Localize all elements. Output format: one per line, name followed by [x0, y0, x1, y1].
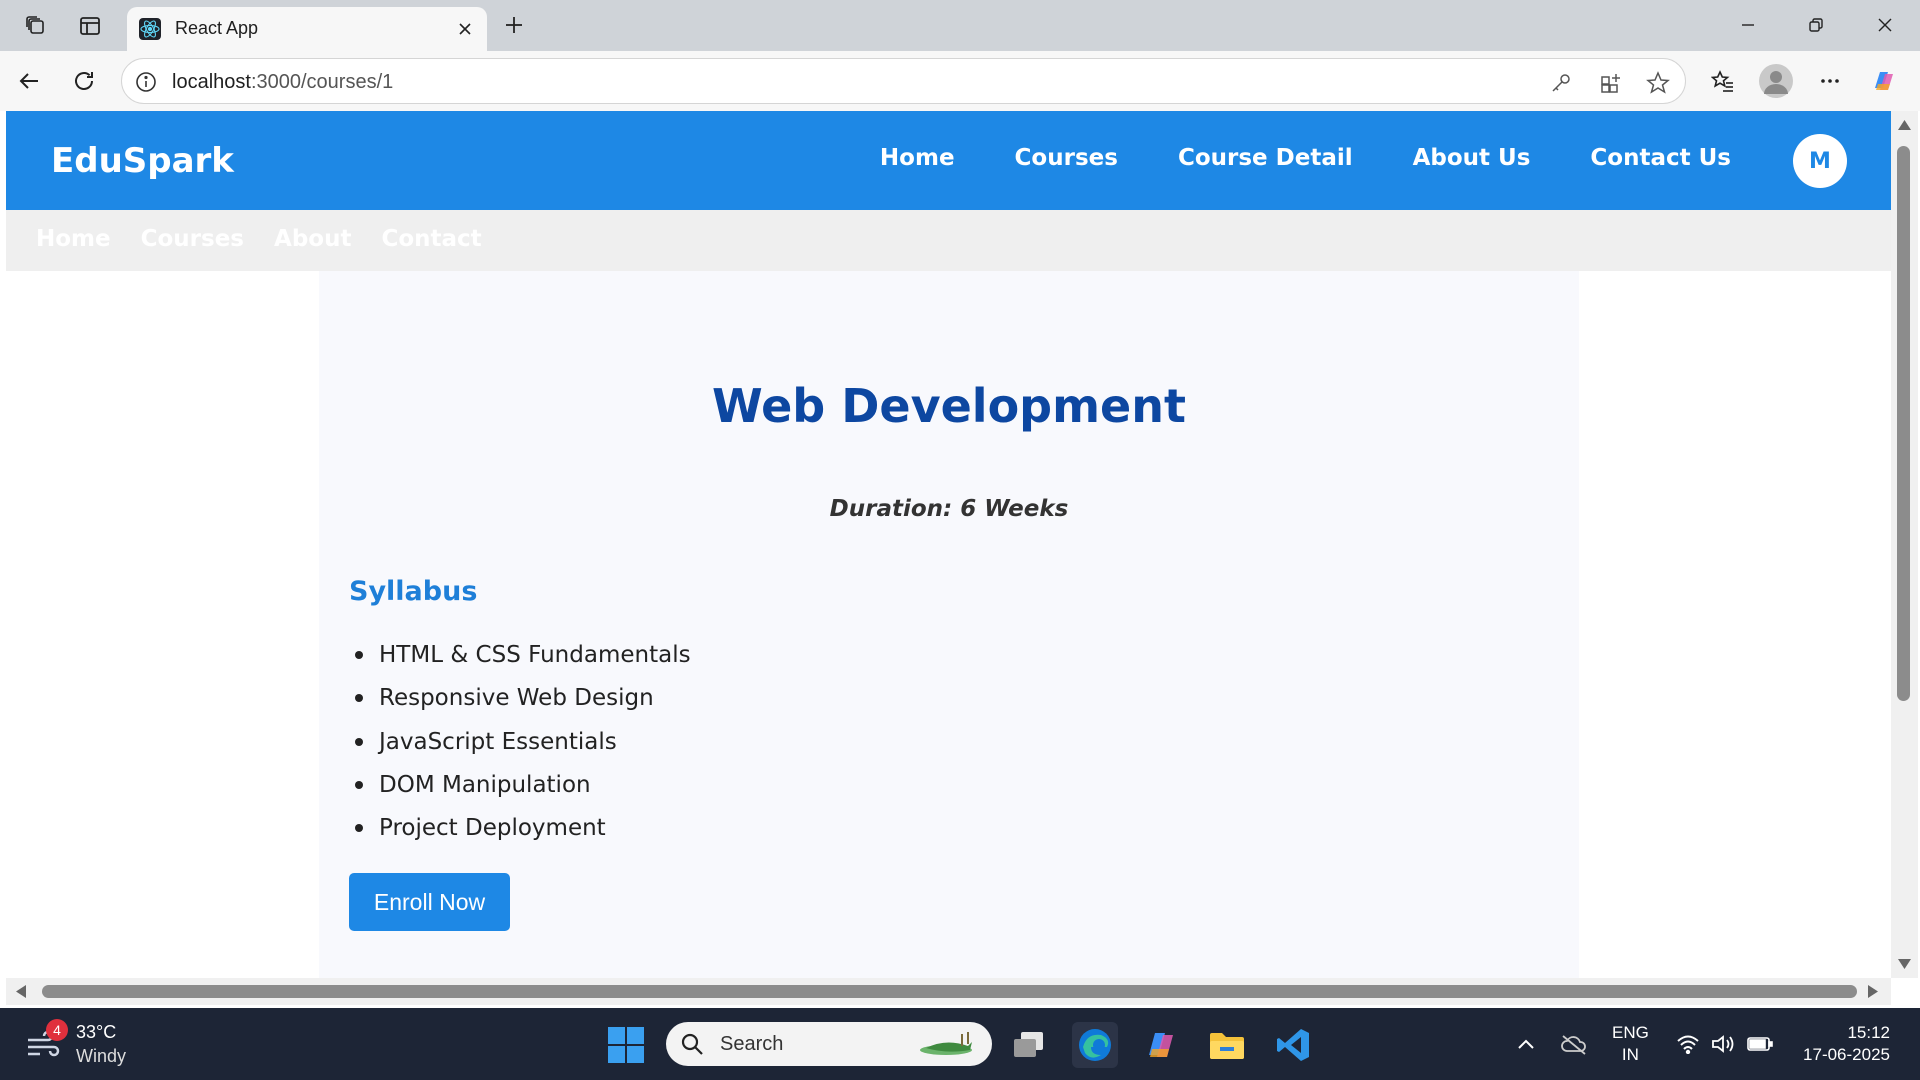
syllabus-item: JavaScript Essentials [349, 728, 691, 771]
user-avatar[interactable]: M [1793, 134, 1847, 188]
wifi-icon[interactable] [1674, 1030, 1702, 1058]
syllabus-list: HTML & CSS Fundamentals Responsive Web D… [349, 641, 691, 857]
app-header: EduSpark Home Courses Course Detail Abou… [6, 111, 1891, 210]
syllabus-item: DOM Manipulation [349, 771, 691, 814]
taskbar-search[interactable]: Search [666, 1022, 992, 1066]
course-title: Web Development [712, 379, 1186, 433]
brand-logo[interactable]: EduSpark [51, 141, 234, 181]
weather-alert-badge: 4 [46, 1019, 68, 1041]
url-path: :3000/courses/1 [250, 71, 394, 93]
subnav-contact[interactable]: Contact [381, 226, 481, 252]
course-duration: Duration: 6 Weeks [829, 496, 1069, 522]
language-indicator[interactable]: ENG IN [1612, 1022, 1649, 1066]
nav-course-detail[interactable]: Course Detail [1178, 145, 1353, 171]
vscode-icon[interactable] [1270, 1022, 1316, 1068]
subnav-home[interactable]: Home [36, 226, 111, 252]
language-region: IN [1621, 1045, 1639, 1064]
scroll-down-arrow-icon[interactable] [1898, 959, 1911, 969]
vertical-scrollbar[interactable] [1891, 111, 1918, 978]
url-host: localhost [172, 71, 251, 93]
refresh-icon[interactable] [66, 63, 102, 99]
profile-avatar [1759, 64, 1793, 98]
address-bar[interactable]: localhost:3000/courses/1 [121, 58, 1686, 104]
scroll-up-arrow-icon[interactable] [1898, 120, 1911, 130]
main-nav: Home Courses Course Detail About Us Cont… [880, 145, 1731, 171]
minimize-icon[interactable] [1725, 8, 1771, 42]
copilot-app-icon[interactable] [1138, 1022, 1184, 1068]
profile-icon[interactable] [1758, 63, 1794, 99]
show-hidden-icons-chevron-icon[interactable] [1512, 1030, 1540, 1058]
search-icon [681, 1033, 703, 1055]
weather-temperature[interactable]: 33°C [76, 1022, 116, 1043]
onedrive-offline-icon[interactable] [1560, 1030, 1588, 1058]
syllabus-item: HTML & CSS Fundamentals [349, 641, 691, 684]
site-info-icon[interactable] [134, 70, 158, 94]
horizontal-scrollbar[interactable] [6, 978, 1891, 1005]
page-viewport: EduSpark Home Courses Course Detail Abou… [6, 111, 1891, 978]
nav-about-us[interactable]: About Us [1413, 145, 1531, 171]
nav-courses[interactable]: Courses [1015, 145, 1118, 171]
tab-title: React App [175, 18, 259, 38]
syllabus-item: Responsive Web Design [349, 684, 691, 727]
subnav-courses[interactable]: Courses [141, 226, 244, 252]
subnav-about[interactable]: About [274, 226, 351, 252]
app-available-icon[interactable] [1597, 69, 1625, 97]
key-icon[interactable] [1547, 69, 1575, 97]
copilot-icon[interactable] [1866, 63, 1902, 99]
scroll-left-arrow-icon[interactable] [16, 985, 26, 998]
search-highlight-art-icon [920, 1032, 972, 1055]
react-logo-icon [139, 18, 161, 40]
weather-condition[interactable]: Windy [76, 1046, 126, 1067]
favorites-icon[interactable] [1705, 63, 1741, 99]
edge-browser-icon[interactable] [1072, 1022, 1118, 1068]
close-window-icon[interactable] [1862, 8, 1908, 42]
back-icon[interactable] [11, 63, 47, 99]
nav-contact-us[interactable]: Contact Us [1590, 145, 1731, 171]
windows-start-icon[interactable] [607, 1026, 645, 1064]
vertical-scroll-thumb[interactable] [1897, 146, 1910, 701]
volume-icon[interactable] [1710, 1030, 1738, 1058]
scroll-right-arrow-icon[interactable] [1868, 985, 1878, 998]
tab-react-app[interactable]: React App [127, 7, 487, 51]
search-placeholder: Search [720, 1033, 784, 1055]
browser-tab-bar: React App [0, 0, 1920, 51]
file-explorer-icon[interactable] [1204, 1022, 1250, 1068]
enroll-now-button[interactable]: Enroll Now [349, 873, 510, 931]
battery-icon[interactable] [1746, 1030, 1774, 1058]
tab-actions-icon[interactable] [74, 10, 106, 42]
close-tab-icon[interactable] [453, 17, 477, 41]
horizontal-scroll-thumb[interactable] [42, 985, 1857, 998]
url-text[interactable]: localhost:3000/courses/1 [172, 71, 393, 94]
syllabus-heading: Syllabus [349, 576, 478, 607]
more-options-icon[interactable] [1812, 63, 1848, 99]
language-code: ENG [1612, 1023, 1649, 1042]
course-detail-card: Web Development Duration: 6 Weeks Syllab… [319, 271, 1579, 978]
restore-icon[interactable] [1793, 8, 1839, 42]
favorite-star-icon[interactable] [1644, 69, 1672, 97]
syllabus-item: Project Deployment [349, 814, 691, 857]
new-tab-icon[interactable] [497, 8, 531, 42]
nav-home[interactable]: Home [880, 145, 955, 171]
browser-toolbar: localhost:3000/courses/1 [0, 51, 1920, 111]
system-clock[interactable]: 15:12 17-06-2025 [1790, 1022, 1890, 1066]
windows-taskbar: 4 33°C Windy Search ENG IN 15:12 17-06-2… [0, 1008, 1920, 1080]
clock-date: 17-06-2025 [1803, 1045, 1890, 1064]
secondary-nav: Home Courses About Contact [6, 210, 1891, 271]
clock-time: 15:12 [1847, 1023, 1890, 1042]
workspaces-icon[interactable] [20, 10, 52, 42]
task-view-icon[interactable] [1006, 1022, 1052, 1068]
